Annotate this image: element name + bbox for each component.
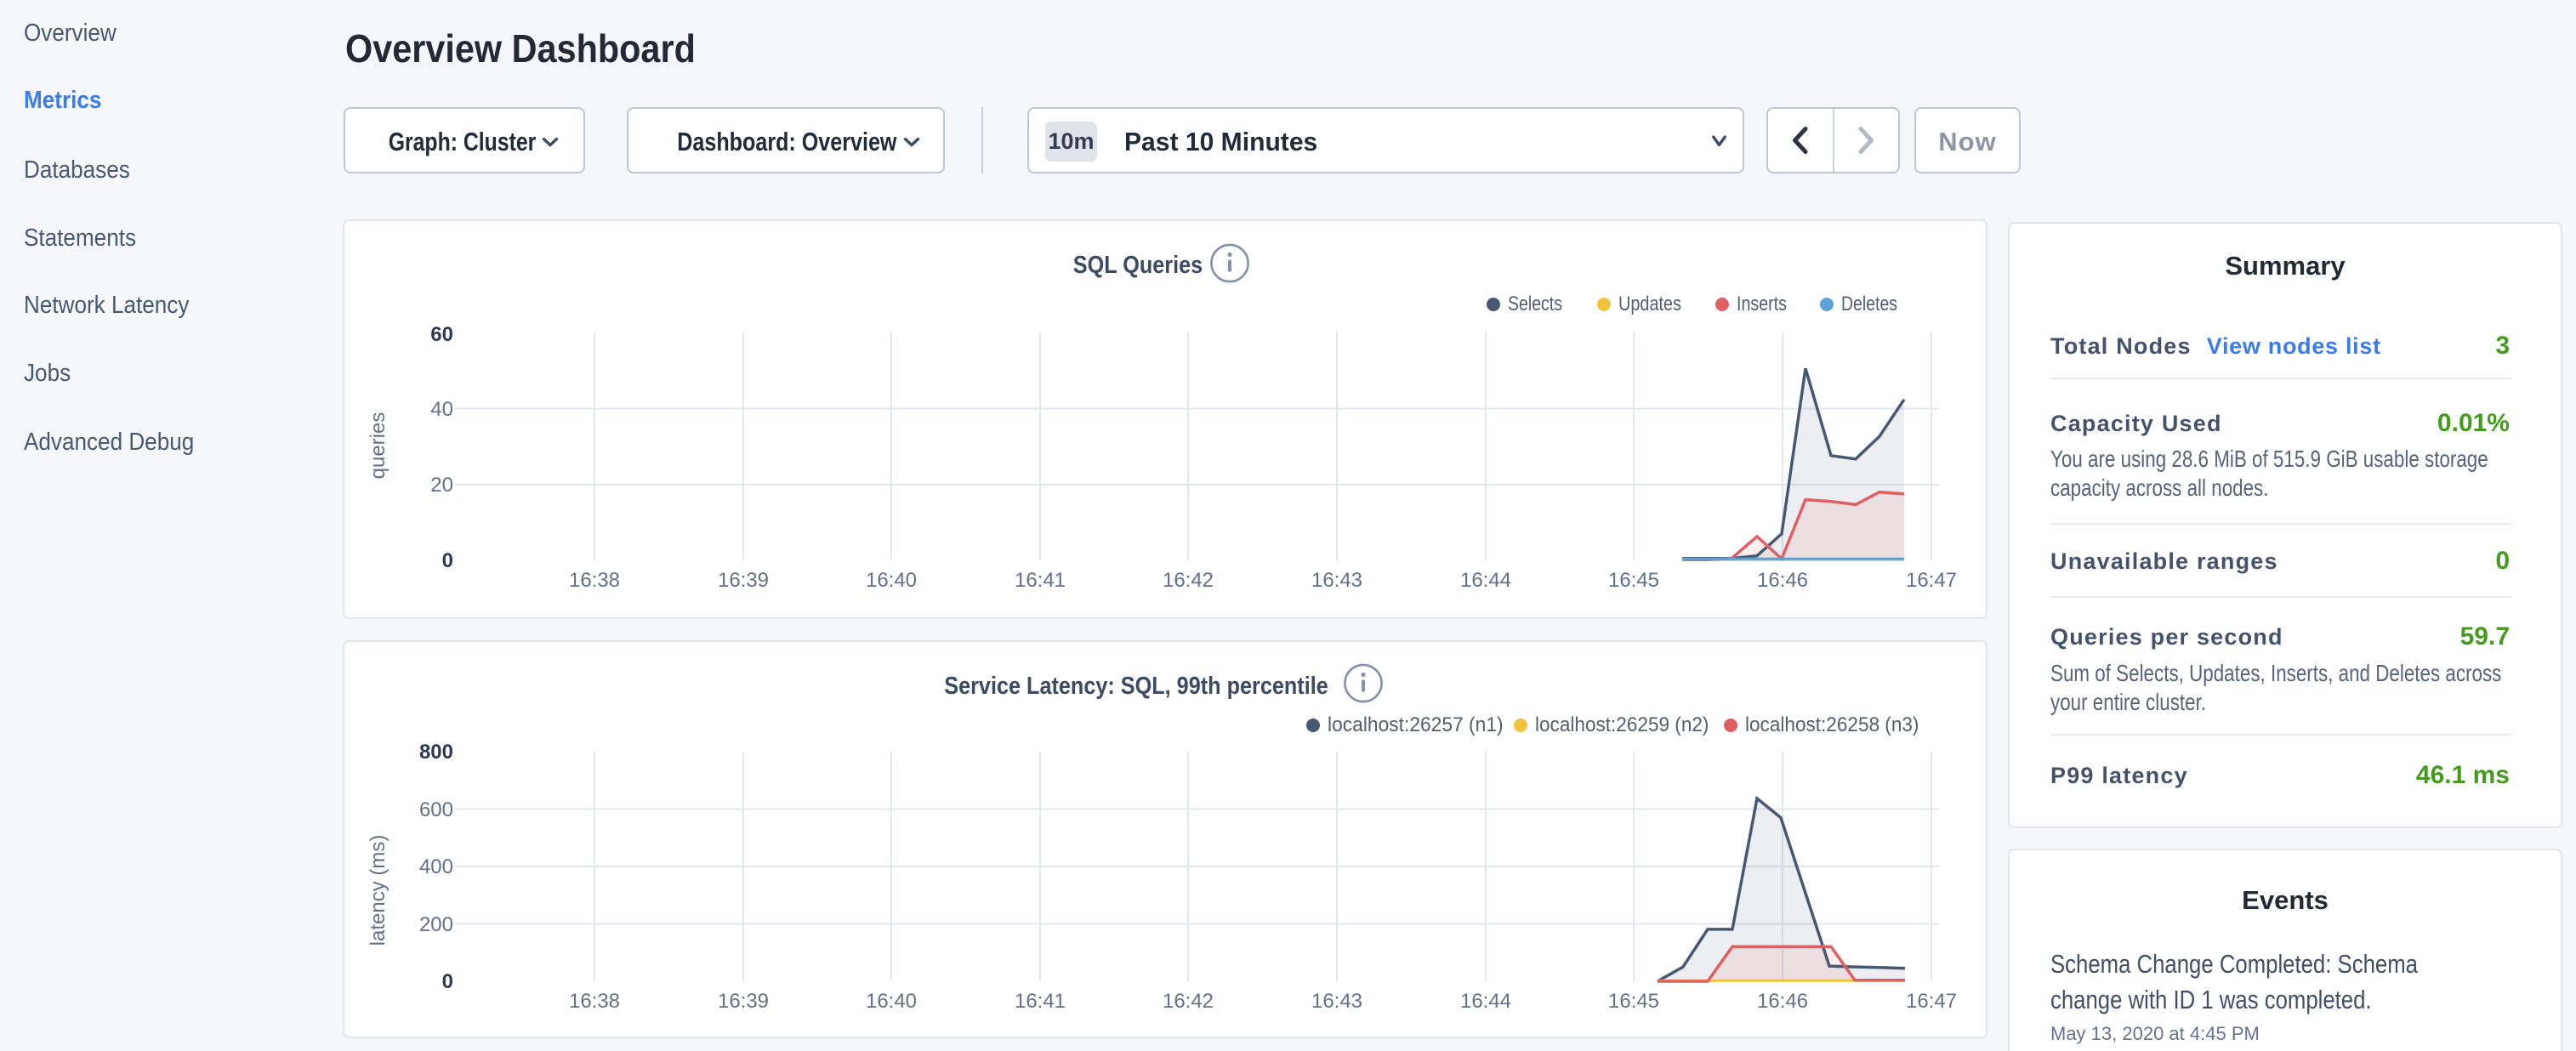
svg-text:16:39: 16:39 xyxy=(718,569,769,592)
svg-text:16:38: 16:38 xyxy=(569,990,620,1013)
svg-text:16:38: 16:38 xyxy=(569,569,620,592)
svg-text:20: 20 xyxy=(430,474,453,497)
svg-text:60: 60 xyxy=(430,323,453,346)
svg-text:16:40: 16:40 xyxy=(866,990,917,1013)
svg-text:0: 0 xyxy=(442,549,453,572)
svg-text:16:45: 16:45 xyxy=(1608,990,1659,1013)
svg-text:16:44: 16:44 xyxy=(1460,569,1511,592)
svg-text:16:39: 16:39 xyxy=(718,990,769,1013)
svg-text:0: 0 xyxy=(442,970,453,993)
svg-text:16:47: 16:47 xyxy=(1906,990,1957,1013)
svg-text:800: 800 xyxy=(419,741,453,764)
svg-text:600: 600 xyxy=(419,798,453,821)
svg-text:16:41: 16:41 xyxy=(1015,569,1066,592)
svg-text:40: 40 xyxy=(430,398,453,421)
svg-text:16:45: 16:45 xyxy=(1608,569,1659,592)
svg-text:200: 200 xyxy=(419,913,453,936)
svg-text:queries: queries xyxy=(367,412,390,480)
svg-text:16:44: 16:44 xyxy=(1460,990,1511,1013)
svg-text:16:42: 16:42 xyxy=(1163,990,1214,1013)
svg-text:16:41: 16:41 xyxy=(1015,990,1066,1013)
svg-text:16:43: 16:43 xyxy=(1311,569,1362,592)
svg-text:400: 400 xyxy=(419,855,453,878)
svg-text:16:46: 16:46 xyxy=(1757,990,1808,1013)
svg-text:16:40: 16:40 xyxy=(866,569,917,592)
svg-text:16:43: 16:43 xyxy=(1311,990,1362,1013)
svg-text:16:42: 16:42 xyxy=(1163,569,1214,592)
svg-text:latency (ms): latency (ms) xyxy=(367,835,390,946)
svg-text:16:47: 16:47 xyxy=(1906,569,1957,592)
svg-text:16:46: 16:46 xyxy=(1757,569,1808,592)
